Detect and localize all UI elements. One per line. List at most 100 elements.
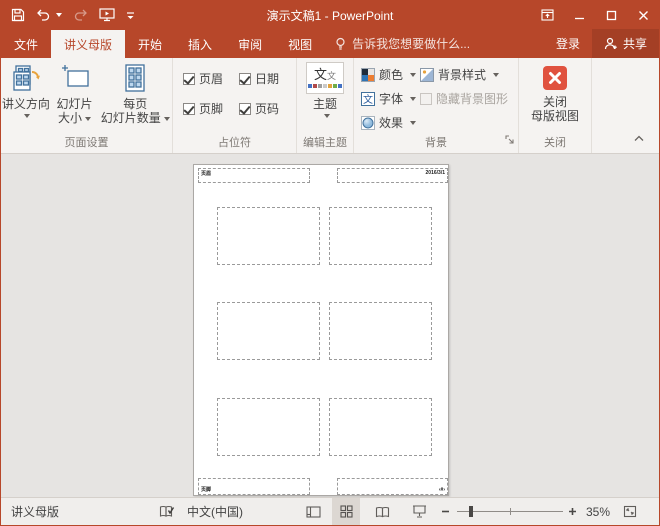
redo-button[interactable] (73, 9, 88, 22)
themes-button[interactable]: 文文 主题 (300, 58, 350, 136)
save-button[interactable] (11, 8, 25, 22)
slides-per-page-label-1: 每页 (123, 97, 147, 111)
date-placeholder[interactable]: 2016/3/1 (337, 168, 448, 183)
slide-placeholder[interactable] (329, 207, 432, 265)
fonts-glyph: 文 (363, 93, 373, 106)
slide-size-button[interactable]: 幻灯片 大小 (51, 61, 99, 136)
proofing-button[interactable] (159, 498, 175, 525)
status-bar: 讲义母版 中文(中国) 35% (1, 497, 659, 525)
footer-placeholder-text: 页脚 (201, 486, 211, 493)
zoom-slider-center-tick (510, 508, 511, 515)
tab-view[interactable]: 视图 (275, 30, 325, 58)
close-master-icon (542, 65, 568, 91)
qat-menu-icon (126, 11, 135, 20)
ribbon-tab-bar: 文件 讲义母版 开始 插入 审阅 视图 告诉我您想要做什么... 登录 共享 (1, 29, 659, 58)
group-placeholders: 页眉 日期 页脚 页码 占位符 (173, 58, 297, 153)
ribbon-display-options-button[interactable] (531, 1, 563, 29)
proofing-icon (159, 505, 175, 519)
close-master-label-1: 关闭 (543, 95, 567, 109)
normal-view-icon (306, 506, 321, 518)
hide-background-graphics-checkbox[interactable]: 隐藏背景图形 (420, 90, 508, 107)
page-number-placeholder[interactable]: ‹#› (337, 478, 448, 495)
status-language[interactable]: 中文(中国) (187, 498, 243, 525)
chevron-down-icon (24, 114, 30, 118)
handout-orientation-button[interactable]: 讲义方向 (1, 61, 51, 136)
title-bar: 演示文稿1 - PowerPoint (1, 1, 659, 29)
close-master-view-button[interactable]: 关闭 母版视图 (522, 58, 588, 136)
page-number-checkbox-label: 页码 (255, 100, 279, 117)
slide-sorter-icon (340, 505, 353, 518)
page-number-checkbox[interactable]: 页码 (239, 100, 279, 117)
group-edit-theme: 文文 主题 编辑主题 (297, 58, 354, 153)
group-label-background: 背景 (354, 136, 518, 153)
group-close: 关闭 母版视图 关闭 (519, 58, 592, 153)
customize-qat-button[interactable] (126, 11, 135, 20)
minimize-button[interactable] (563, 1, 595, 29)
background-dialog-launcher[interactable] (505, 132, 515, 150)
handout-orientation-icon (10, 62, 42, 94)
slide-canvas[interactable]: 页眉 2016/3/1 页脚 ‹#› (1, 154, 659, 497)
header-placeholder[interactable]: 页眉 (198, 168, 310, 183)
undo-icon (36, 9, 51, 22)
tab-insert[interactable]: 插入 (175, 30, 225, 58)
maximize-button[interactable] (595, 1, 627, 29)
normal-view-button[interactable] (299, 498, 327, 525)
share-person-icon (604, 37, 618, 50)
colors-button[interactable]: 颜色 (361, 66, 416, 83)
fonts-button[interactable]: 文 字体 (361, 90, 416, 107)
chevron-down-icon (164, 117, 170, 121)
sign-in-button[interactable]: 登录 (544, 29, 592, 58)
slides-per-page-label-2: 幻灯片数量 (101, 111, 170, 125)
effects-button[interactable]: 效果 (361, 114, 416, 131)
zoom-slider-thumb[interactable] (469, 506, 473, 517)
undo-button[interactable] (36, 9, 62, 22)
footer-placeholder[interactable]: 页脚 (198, 478, 310, 495)
slides-per-page-icon (119, 62, 151, 94)
close-button[interactable] (627, 1, 659, 29)
checkbox-checked-icon (239, 73, 251, 85)
slide-placeholder[interactable] (329, 398, 432, 456)
slide-placeholder[interactable] (217, 398, 320, 456)
tell-me-box[interactable]: 告诉我您想要做什么... (335, 29, 470, 58)
header-checkbox[interactable]: 页眉 (183, 70, 223, 87)
slide-placeholder[interactable] (217, 207, 320, 265)
slide-placeholder[interactable] (329, 302, 432, 360)
chevron-down-icon (493, 73, 499, 77)
fit-to-window-button[interactable] (623, 498, 637, 525)
fit-window-icon (623, 505, 637, 518)
zoom-percentage[interactable]: 35% (586, 498, 610, 525)
tab-review[interactable]: 审阅 (225, 30, 275, 58)
zoom-in-button[interactable] (568, 498, 577, 525)
background-styles-icon (420, 68, 434, 82)
zoom-in-icon (568, 507, 577, 516)
group-background: 颜色 文 字体 效果 背景样式 (354, 58, 519, 153)
start-slideshow-button[interactable] (99, 8, 115, 22)
slideshow-view-button[interactable] (405, 498, 433, 525)
checkbox-checked-icon (239, 103, 251, 115)
background-styles-label: 背景样式 (438, 66, 486, 83)
handout-master-page[interactable]: 页眉 2016/3/1 页脚 ‹#› (193, 164, 449, 496)
date-checkbox-label: 日期 (255, 70, 279, 87)
reading-view-button[interactable] (368, 498, 396, 525)
header-checkbox-label: 页眉 (199, 70, 223, 87)
ribbon-display-icon (541, 9, 554, 21)
collapse-ribbon-button[interactable] (633, 129, 645, 147)
background-styles-button[interactable]: 背景样式 (420, 66, 499, 83)
slide-placeholder[interactable] (217, 302, 320, 360)
slides-per-page-button[interactable]: 每页 幻灯片数量 (98, 61, 172, 136)
date-checkbox[interactable]: 日期 (239, 70, 279, 87)
undo-dropdown-icon[interactable] (56, 13, 62, 17)
share-button[interactable]: 共享 (592, 29, 659, 58)
theme-palette-icon (308, 84, 342, 88)
share-label: 共享 (623, 35, 647, 52)
tab-home[interactable]: 开始 (125, 30, 175, 58)
tab-file[interactable]: 文件 (1, 30, 51, 58)
lightbulb-icon (335, 37, 346, 51)
group-page-setup: 讲义方向 幻灯片 大小 (1, 58, 173, 153)
tab-handout-master[interactable]: 讲义母版 (51, 30, 125, 58)
chevron-down-icon (410, 97, 416, 101)
slide-sorter-view-button[interactable] (332, 498, 360, 525)
zoom-out-button[interactable] (441, 498, 450, 525)
collapse-ribbon-icon (633, 134, 645, 142)
footer-checkbox[interactable]: 页脚 (183, 100, 223, 117)
